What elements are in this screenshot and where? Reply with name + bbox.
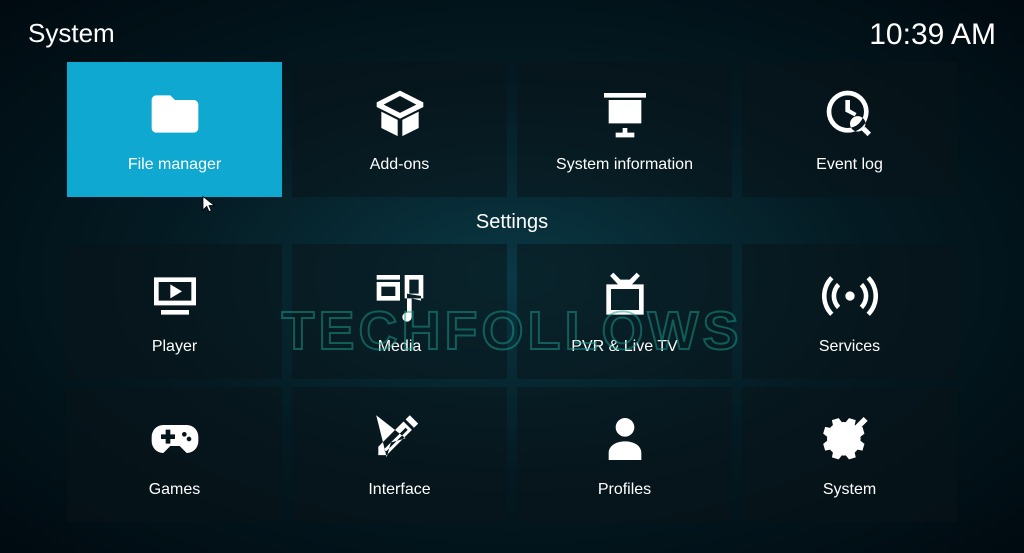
clock: 10:39 AM: [869, 18, 996, 52]
tile-add-ons[interactable]: Add-ons: [292, 62, 507, 197]
tile-label: Add-ons: [370, 156, 430, 174]
broadcast-icon: [822, 268, 878, 324]
tile-label: Services: [819, 338, 880, 356]
tile-player[interactable]: Player: [67, 244, 282, 379]
tile-interface[interactable]: Interface: [292, 387, 507, 522]
tile-games[interactable]: Games: [67, 387, 282, 522]
tile-label: System information: [556, 156, 693, 174]
monitor-play-icon: [147, 268, 203, 324]
page-title: System: [28, 18, 115, 49]
tile-media[interactable]: Media: [292, 244, 507, 379]
tile-label: Profiles: [598, 481, 651, 499]
tv-icon: [597, 268, 653, 324]
pencil-ruler-icon: [372, 411, 428, 467]
gear-wrench-icon: [822, 411, 878, 467]
tile-file-manager[interactable]: File manager: [67, 62, 282, 197]
tile-pvr-live-tv[interactable]: PVR & Live TV: [517, 244, 732, 379]
top-row: File manager Add-ons System information …: [0, 62, 1024, 197]
tile-profiles[interactable]: Profiles: [517, 387, 732, 522]
tile-event-log[interactable]: Event log: [742, 62, 957, 197]
folder-icon: [147, 86, 203, 142]
tile-label: Player: [152, 338, 197, 356]
tile-label: PVR & Live TV: [571, 338, 677, 356]
tile-system[interactable]: System: [742, 387, 957, 522]
settings-row-2: Games Interface Profiles System: [0, 387, 1024, 522]
header: System 10:39 AM: [0, 0, 1024, 62]
tile-label: Interface: [368, 481, 430, 499]
section-title-settings: Settings: [0, 211, 1024, 234]
person-icon: [597, 411, 653, 467]
settings-row-1: Player Media PVR & Live TV Services: [0, 244, 1024, 379]
presentation-icon: [597, 86, 653, 142]
media-icon: [372, 268, 428, 324]
tile-services[interactable]: Services: [742, 244, 957, 379]
tile-label: File manager: [128, 156, 221, 174]
tile-label: Media: [378, 338, 422, 356]
gamepad-icon: [147, 411, 203, 467]
tile-label: Games: [149, 481, 201, 499]
box-icon: [372, 86, 428, 142]
tile-label: System: [823, 481, 876, 499]
tile-label: Event log: [816, 156, 883, 174]
clock-search-icon: [822, 86, 878, 142]
tile-system-information[interactable]: System information: [517, 62, 732, 197]
